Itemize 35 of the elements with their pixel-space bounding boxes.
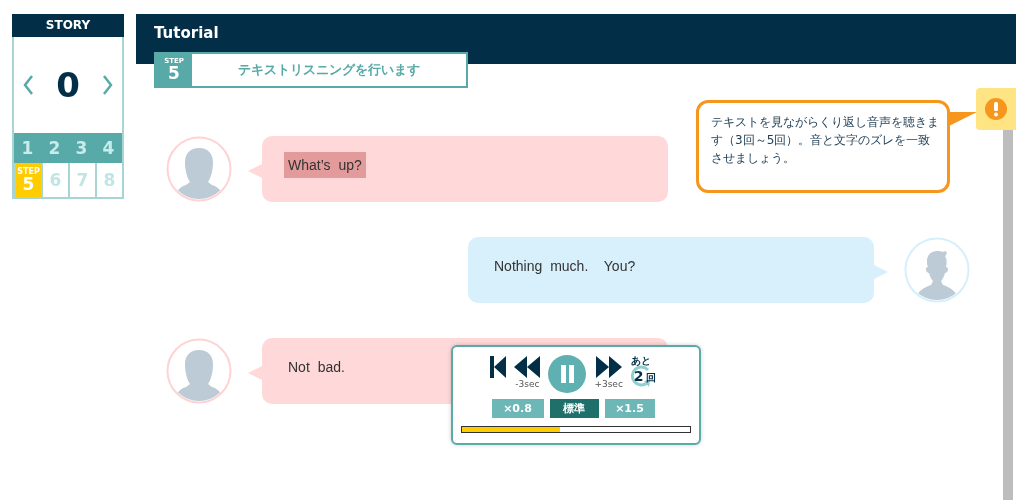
dialogue-text: Not bad.	[287, 358, 346, 377]
story-title: STORY	[12, 14, 124, 37]
step-cell[interactable]: STEP 5	[14, 163, 41, 197]
pause-button[interactable]	[548, 355, 587, 393]
remaining-label: あと	[630, 355, 651, 366]
page-title: Tutorial	[154, 24, 219, 42]
story-counter: 0	[56, 65, 80, 105]
chevron-right-icon[interactable]	[102, 74, 114, 96]
step-description: テキストリスニングを行います	[237, 61, 421, 79]
rewind-label: -3sec	[515, 380, 540, 389]
step-number: 5	[168, 65, 180, 82]
rewind-icon[interactable]	[514, 355, 541, 379]
avatar-icon	[166, 338, 232, 404]
callout-tail	[947, 112, 977, 127]
tip-callout: テキストを見ながらくり返し音声を聴きます（3回～5回）。音と文字のズレを一致させましょう。	[696, 100, 950, 193]
alert-button[interactable]	[976, 88, 1016, 130]
step-cell[interactable]: 4	[95, 133, 122, 163]
avatar-icon	[904, 237, 970, 303]
speed-button[interactable]: 標準	[549, 399, 599, 418]
remaining-unit: 回	[645, 371, 656, 383]
speed-button[interactable]: ×0.8	[491, 399, 544, 418]
speed-button[interactable]: ×1.5	[604, 399, 655, 418]
scrollbar[interactable]	[1003, 130, 1013, 500]
dialogue-text: Nothing much. You?	[493, 257, 637, 276]
step-cell[interactable]: 2	[41, 133, 68, 163]
skip-back-icon[interactable]	[490, 355, 507, 379]
dialogue-text: What’s up?	[284, 152, 366, 178]
step-cell[interactable]: 1	[14, 133, 41, 163]
step-cell[interactable]: 3	[68, 133, 95, 163]
fast-forward-icon[interactable]	[595, 355, 622, 379]
remaining-count: 2	[633, 369, 644, 385]
avatar-icon	[166, 136, 232, 202]
exclamation-icon	[985, 98, 1007, 120]
forward-label: +3sec	[594, 380, 623, 389]
chevron-left-icon[interactable]	[22, 74, 34, 96]
